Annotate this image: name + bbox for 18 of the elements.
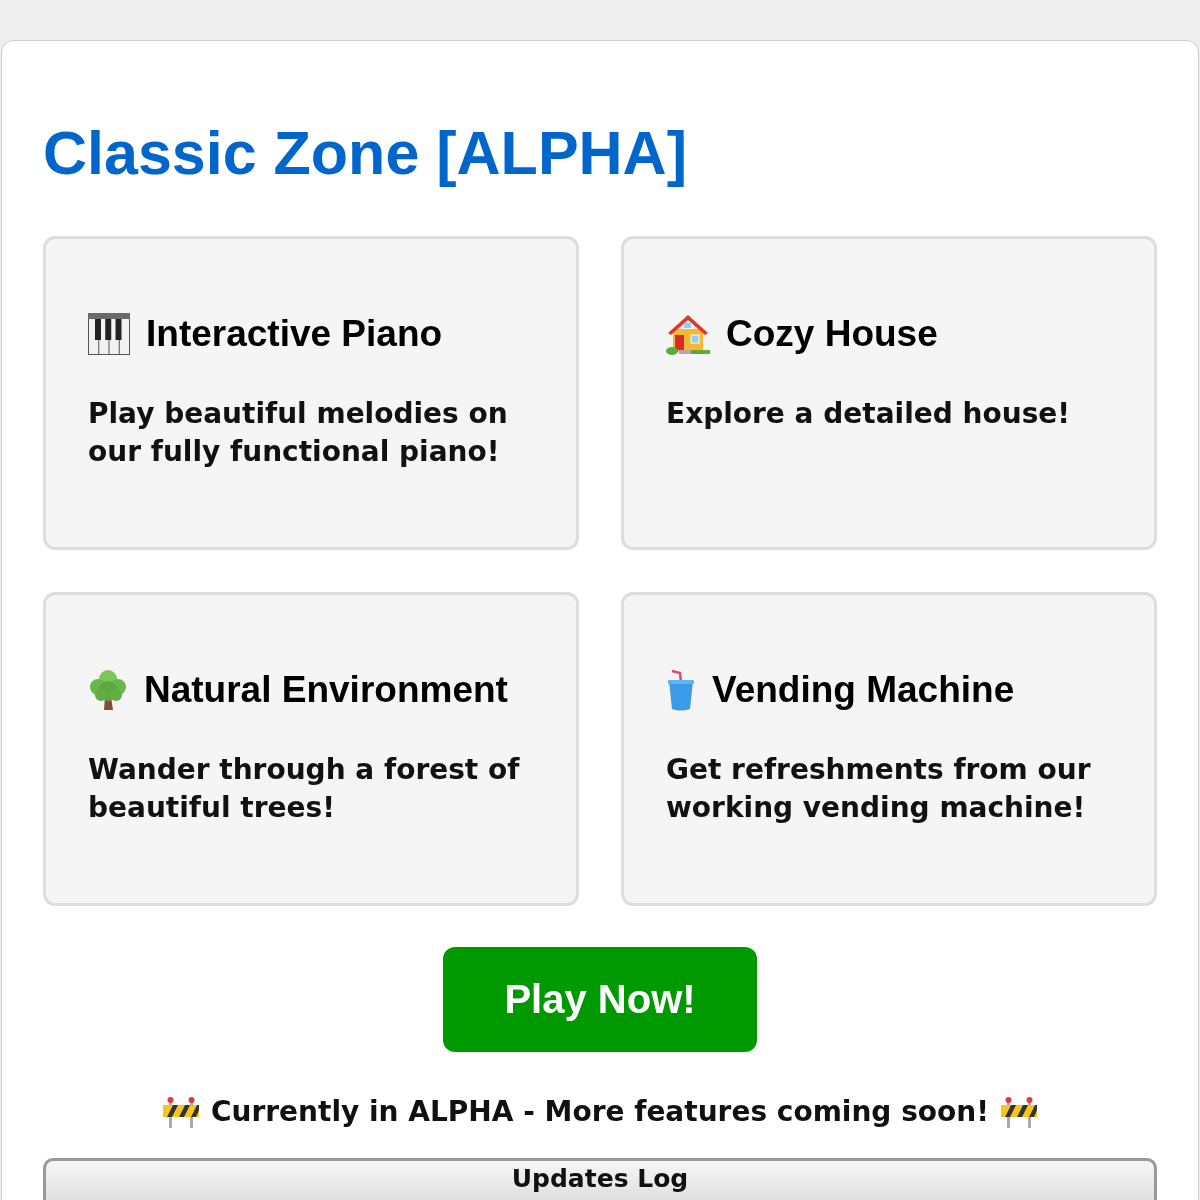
card-title: Cozy House xyxy=(726,312,938,356)
card-title: Vending Machine xyxy=(712,668,1015,712)
alpha-notice: Currently in ALPHA - More features coming soon! xyxy=(211,1094,989,1130)
card-description: Get refreshments from our working vending machine! xyxy=(666,752,1092,826)
piano-keys-icon xyxy=(88,312,130,355)
card-title: Natural Environment xyxy=(144,668,508,712)
card-description: Wander through a forest of beautiful trees! xyxy=(88,752,521,826)
house-icon xyxy=(666,312,710,355)
updates-log-button[interactable]: Updates Log xyxy=(43,1158,1157,1200)
cup-with-straw-icon xyxy=(666,668,696,711)
card-description: Explore a detailed house! xyxy=(666,396,1072,432)
play-now-button[interactable]: Play Now! xyxy=(443,947,757,1052)
card-title: Interactive Piano xyxy=(146,312,443,356)
page-title: Classic Zone [ALPHA] xyxy=(43,118,687,189)
construction-barrier-icon xyxy=(163,1096,199,1128)
construction-barrier-icon xyxy=(1001,1096,1037,1128)
tree-icon xyxy=(88,668,128,711)
card-description: Play beautiful melodies on our fully functional piano! xyxy=(88,396,509,470)
